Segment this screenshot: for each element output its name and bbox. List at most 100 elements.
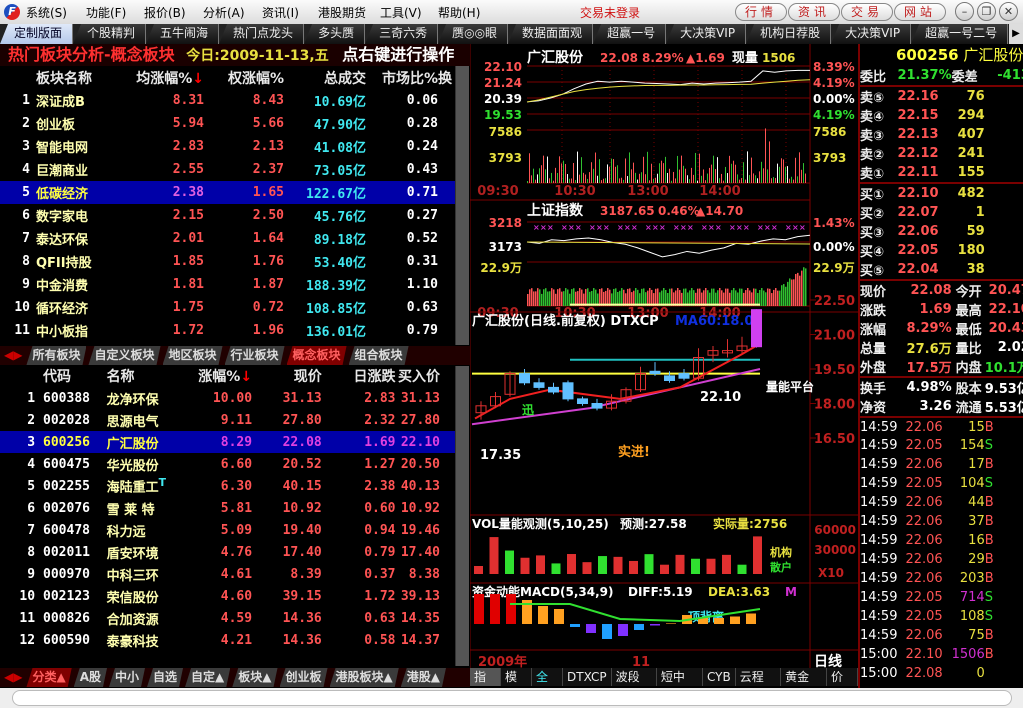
- col-price[interactable]: 现价: [252, 364, 322, 387]
- col-day-change[interactable]: 日涨跌: [322, 364, 396, 387]
- website-button[interactable]: 网站: [894, 3, 946, 21]
- command-input[interactable]: [12, 690, 1012, 706]
- indicator-tab[interactable]: 指标: [470, 668, 502, 702]
- menu-analysis[interactable]: 分析(A): [203, 4, 245, 21]
- block-tab[interactable]: 组合板块: [349, 346, 409, 365]
- indicator-tab[interactable]: 全部: [532, 668, 564, 702]
- block-tab[interactable]: 自定义板块: [88, 346, 160, 365]
- tab-scroll-right-icon[interactable]: ▶: [1009, 24, 1023, 44]
- tab-decision-vip-2[interactable]: 大决策VIP: [831, 24, 912, 44]
- row-index-text: 8: [27, 544, 36, 560]
- stock-row[interactable]: 6 002076 雪 莱 特 5.81 10.92 0.60 10.92: [0, 497, 455, 519]
- tab-hot-leader[interactable]: 热门点龙头: [219, 24, 305, 44]
- block-row[interactable]: 11 中小板指 1.72 1.96 136.01亿 0.79: [0, 319, 455, 342]
- index-volume-bar: [789, 278, 791, 306]
- block-tab[interactable]: 地区板块: [163, 346, 223, 365]
- menu-hk-futures[interactable]: 港股期货: [318, 4, 366, 21]
- col-change-pct[interactable]: 涨幅%↓: [189, 364, 252, 387]
- col-market-ratio[interactable]: 市场比%: [366, 66, 438, 89]
- indicator-tab[interactable]: CYB: [703, 668, 736, 686]
- category-tab[interactable]: 中小: [109, 668, 145, 687]
- tab-data-overview[interactable]: 数据面面观: [508, 24, 594, 44]
- indicator-tab[interactable]: 价托: [827, 668, 858, 702]
- stock-row[interactable]: 8 002011 盾安环境 4.76 17.40 0.79 17.40: [0, 541, 455, 563]
- category-tab[interactable]: 分类▲: [26, 668, 71, 687]
- menu-quote[interactable]: 报价(B): [144, 4, 186, 21]
- block-tab[interactable]: 概念板块: [287, 346, 347, 365]
- category-tab[interactable]: 自定▲: [185, 668, 230, 687]
- stock-row[interactable]: 7 600478 科力远 5.09 19.40 0.94 19.46: [0, 519, 455, 541]
- category-tab[interactable]: A股: [74, 668, 107, 687]
- indicator-tab[interactable]: 波段CY: [612, 668, 657, 702]
- menu-system[interactable]: 系统(S): [26, 4, 67, 21]
- menu-help[interactable]: 帮助(H): [438, 4, 480, 21]
- col-name[interactable]: 名称: [107, 364, 189, 387]
- col-block-name[interactable]: 板块名称: [36, 66, 118, 89]
- indicator-tab[interactable]: 云程CP: [736, 668, 782, 702]
- news-button[interactable]: 资讯: [788, 3, 840, 21]
- tab-five-bulls[interactable]: 五牛闹海: [146, 24, 220, 44]
- tab-custom-layout[interactable]: 定制版面: [0, 24, 74, 44]
- category-tab[interactable]: 板块▲: [232, 668, 277, 687]
- indicator-tab[interactable]: DTXCP: [563, 668, 612, 686]
- block-row[interactable]: 2 创业板 5.94 5.66 47.90亿 0.28: [0, 112, 455, 135]
- block-row[interactable]: 10 循环经济 1.75 0.72 108.85亿 0.63: [0, 296, 455, 319]
- block-row[interactable]: 9 中金消费 1.81 1.87 188.39亿 1.10: [0, 273, 455, 296]
- stock-scrollbar[interactable]: [455, 366, 469, 666]
- ask-price: 22.13: [897, 127, 939, 142]
- block-row[interactable]: 8 QFII持股 1.85 1.76 53.40亿 0.31: [0, 250, 455, 273]
- indicator-tab[interactable]: 黄金FG: [781, 668, 827, 702]
- tab-three-six[interactable]: 三奇六秀: [365, 24, 439, 44]
- block-scrollbar[interactable]: [455, 66, 469, 345]
- block-tab[interactable]: 所有板块: [26, 346, 86, 365]
- block-tab[interactable]: 行业板块: [225, 346, 285, 365]
- tab-stock-judge[interactable]: 个股精判: [73, 24, 147, 44]
- indicator-tab[interactable]: 短中TD: [657, 668, 704, 702]
- block-row[interactable]: 5 低碳经济 2.38 1.65 122.67亿 0.71: [0, 181, 455, 204]
- trade-button[interactable]: 交易: [841, 3, 893, 21]
- block-row[interactable]: 7 泰达环保 2.01 1.64 89.18亿 0.52: [0, 227, 455, 250]
- indicator-tab[interactable]: 模板: [501, 668, 533, 702]
- stock-row[interactable]: 10 002123 荣信股份 4.60 39.15 1.72 39.13: [0, 585, 455, 607]
- tab-scroll-arrows-icon[interactable]: ◀▶: [0, 346, 26, 365]
- menu-tools[interactable]: 工具(V): [380, 4, 422, 21]
- close-icon[interactable]: ✕: [999, 2, 1018, 21]
- category-tab[interactable]: 港股板块▲: [330, 668, 399, 687]
- col-turnover[interactable]: 总成交: [284, 66, 366, 89]
- tab-scroll-arrows-icon[interactable]: ◀▶: [0, 668, 26, 687]
- turnover: 53.40亿: [313, 256, 366, 271]
- stock-row[interactable]: 11 000826 合加资源 4.59 14.36 0.63 14.35: [0, 607, 455, 629]
- stock-row[interactable]: 4 600475 华光股份 6.60 20.52 1.27 20.50: [0, 453, 455, 475]
- col-avg-change[interactable]: 均涨幅%↓: [118, 66, 204, 89]
- category-tab[interactable]: 创业板: [280, 668, 328, 687]
- col-bid[interactable]: 买入价: [396, 364, 455, 387]
- block-row[interactable]: 4 巨潮商业 2.55 2.37 73.05亿 0.43: [0, 158, 455, 181]
- block-row[interactable]: 3 智能电网 2.83 2.13 41.08亿 0.24: [0, 135, 455, 158]
- col-turnover-rate[interactable]: 换: [438, 66, 455, 89]
- col-weighted-change[interactable]: 权涨幅%: [204, 66, 284, 89]
- category-tab[interactable]: 港股▲: [401, 668, 446, 687]
- tab-super-win-1[interactable]: 超赢一号: [593, 24, 667, 44]
- minimize-icon[interactable]: –: [955, 2, 974, 21]
- block-row[interactable]: 1 深证成B 8.31 8.43 10.69亿 0.06: [0, 89, 455, 112]
- stock-row[interactable]: 2 002028 思源电气 9.11 27.80 2.32 27.80: [0, 409, 455, 431]
- stock-row[interactable]: 1 600388 龙净环保 10.00 31.13 2.83 31.13: [0, 387, 455, 409]
- tab-institution-pick[interactable]: 机构日荐股: [746, 24, 832, 44]
- restore-icon[interactable]: ❐: [977, 2, 996, 21]
- stock-row[interactable]: 5 002255 海陆重工T 6.30 40.15 2.38 40.13: [0, 475, 455, 497]
- category-tab[interactable]: 自选: [147, 668, 183, 687]
- menu-function[interactable]: 功能(F): [86, 4, 126, 21]
- menu-news[interactable]: 资讯(I): [262, 4, 299, 21]
- stock-row[interactable]: 12 600590 泰豪科技 4.21 14.36 0.58 14.37: [0, 629, 455, 651]
- chart-area[interactable]: 广汇股份 22.08 8.29% ▲1.69 现量 1506 22.10 8.39% 21.24…: [470, 44, 858, 668]
- stock-row[interactable]: 3 600256 广汇股份 8.29 22.08 1.69 22.10: [0, 431, 455, 453]
- col-code[interactable]: 代码: [43, 364, 107, 387]
- stock-row[interactable]: 9 000970 中科三环 4.61 8.39 0.37 8.38: [0, 563, 455, 585]
- intraday-volume-bar: [779, 166, 780, 183]
- market-button[interactable]: 行情: [735, 3, 787, 21]
- tab-bull-hawk[interactable]: 多头赝: [304, 24, 366, 44]
- tab-super-win-2[interactable]: 超赢一号二号: [911, 24, 1009, 44]
- block-row[interactable]: 6 数字家电 2.15 2.50 45.76亿 0.27: [0, 204, 455, 227]
- tab-decision-vip[interactable]: 大决策VIP: [666, 24, 747, 44]
- tab-hawk-eye[interactable]: 赝◎◎眼: [438, 24, 509, 44]
